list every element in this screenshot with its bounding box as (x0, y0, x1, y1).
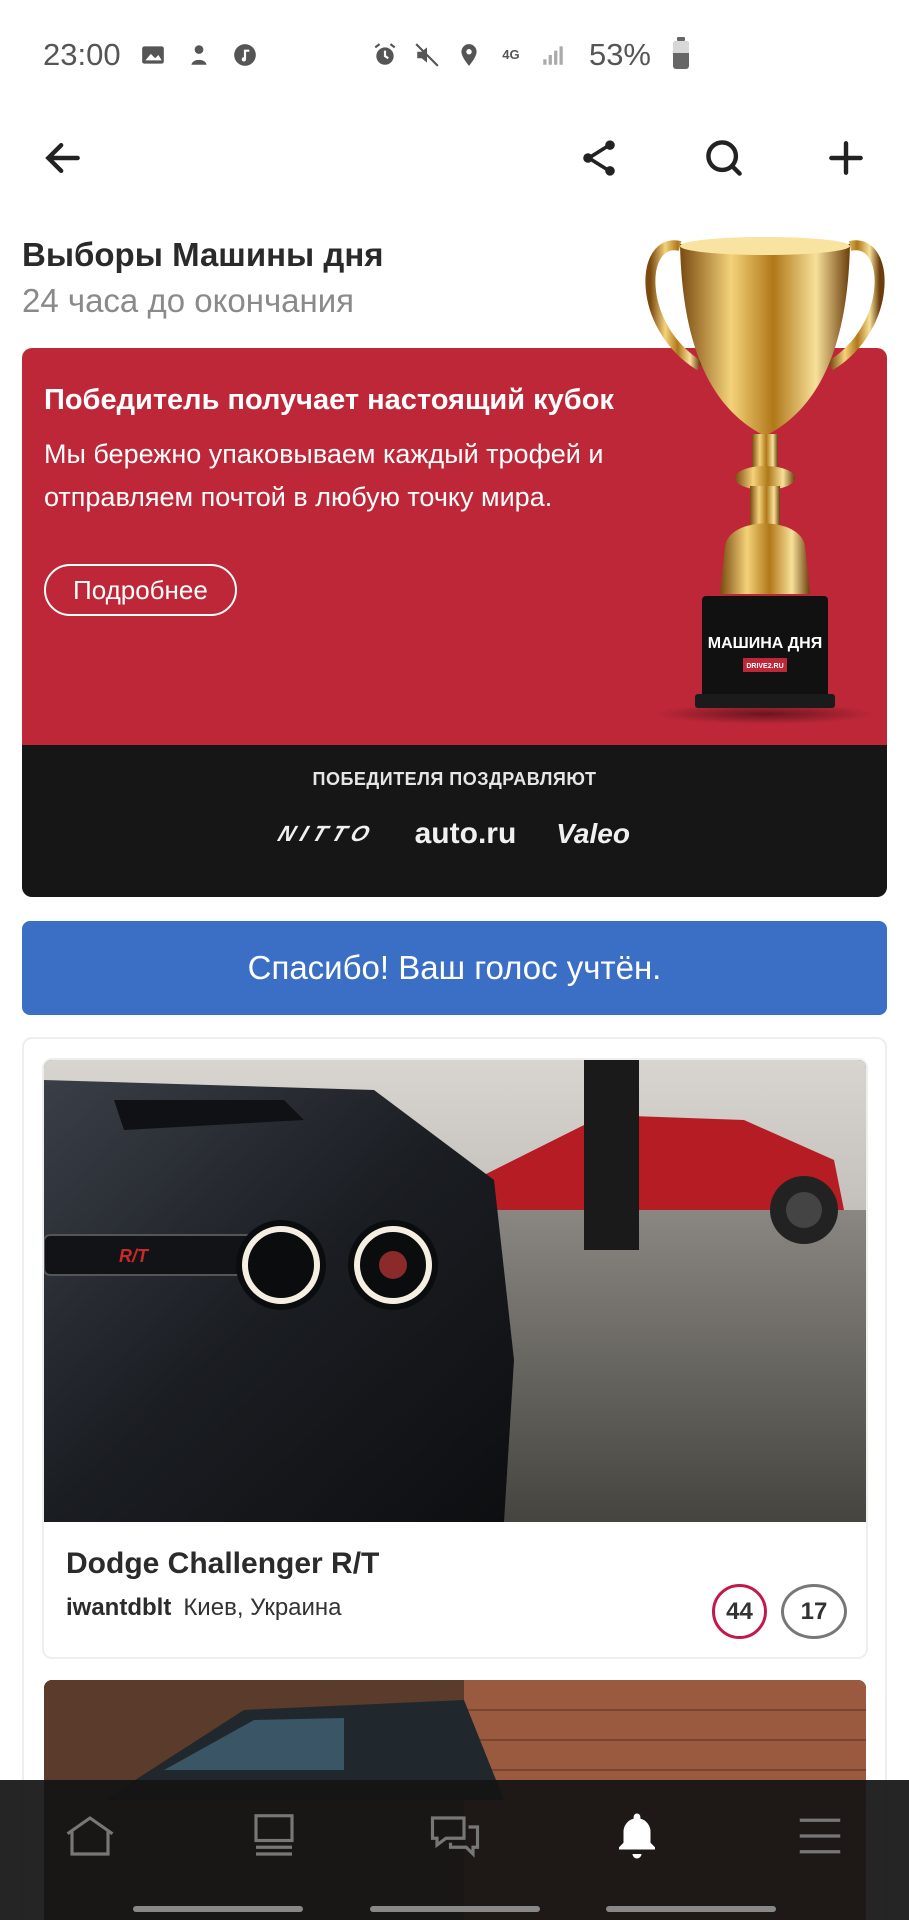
home-icon (66, 1816, 114, 1856)
sponsor-valeo-logo[interactable]: Valeo (556, 818, 630, 850)
more-button[interactable]: Подробнее (44, 564, 237, 616)
feed-icon (254, 1814, 294, 1856)
gesture-bar-center (370, 1906, 540, 1912)
trophy-image: МАШИНА ДНЯ DRIVE2.RU (640, 216, 890, 726)
gesture-bar-right (606, 1906, 776, 1912)
car-photo-image: R/T (44, 1060, 866, 1522)
car-owner[interactable]: iwantdblt (66, 1594, 171, 1622)
sponsor-nitto-logo[interactable]: NITTO (274, 821, 380, 847)
status-right: 4G 53% (371, 0, 689, 110)
messages-icon (430, 1816, 480, 1858)
app-notification-icon (185, 41, 213, 69)
status-bar: 23:00 4G 53% (0, 0, 909, 110)
trophy-plate-title: МАШИНА ДНЯ (708, 635, 822, 652)
notifications-icon (619, 1813, 655, 1859)
plus-icon (829, 141, 863, 175)
status-time: 23:00 (43, 37, 121, 72)
nav-menu[interactable] (790, 1806, 850, 1866)
page-subtitle: 24 часа до окончания (22, 282, 355, 319)
nav-messages[interactable] (425, 1806, 485, 1866)
nav-feed[interactable] (244, 1806, 304, 1866)
music-icon (231, 41, 259, 69)
battery-icon (673, 37, 689, 69)
location-icon (455, 41, 483, 69)
search-button[interactable] (696, 130, 752, 186)
share-button[interactable] (571, 130, 627, 186)
car-meta: iwantdblt Киев, Украина (66, 1594, 342, 1622)
network-label: 4G (502, 47, 520, 62)
app-bar (0, 110, 909, 200)
congrats-label: ПОБЕДИТЕЛЯ ПОЗДРАВЛЯЮТ (312, 769, 597, 789)
car-card[interactable]: R/T Dodge Challenger R/T iwantdblt Киев,… (44, 1060, 866, 1657)
promo-title: Победитель получает настоящий кубок (44, 384, 614, 416)
page-heading: Выборы Машины дня 24 часа до окончания (22, 236, 384, 320)
mute-icon (413, 41, 441, 69)
votes-badge[interactable]: 44 (712, 1584, 767, 1639)
battery-percent: 53% (588, 37, 651, 72)
add-button[interactable] (818, 130, 874, 186)
signal-icon (539, 41, 567, 69)
page-title: Выборы Машины дня (22, 236, 384, 273)
menu-icon (799, 1818, 841, 1854)
car-name[interactable]: Dodge Challenger R/T (66, 1547, 379, 1581)
sponsor-autoru-logo[interactable]: auto.ru (415, 817, 517, 851)
sponsors-section: ПОБЕДИТЕЛЯ ПОЗДРАВЛЯЮТ NITTO auto.ru Val… (22, 745, 887, 897)
gesture-bar-left (133, 1906, 303, 1912)
nav-notifications[interactable] (607, 1806, 667, 1866)
back-button[interactable] (35, 130, 91, 186)
trophy-plate-sub: DRIVE2.RU (746, 663, 783, 670)
sponsor-logos: NITTO auto.ru Valeo (22, 817, 887, 851)
comments-badge[interactable]: 17 (781, 1584, 847, 1639)
bottom-navigation (0, 1780, 909, 1920)
vote-confirmation-banner: Спасибо! Ваш голос учтён. (22, 921, 887, 1015)
network-4g-icon: 4G (497, 41, 525, 69)
status-left: 23:00 (43, 37, 259, 73)
share-icon (583, 140, 615, 176)
nav-home[interactable] (60, 1806, 120, 1866)
car-photo[interactable]: R/T (44, 1060, 866, 1522)
promo-text: Мы бережно упаковываем каждый трофей и о… (44, 439, 604, 512)
arrow-left-icon (45, 142, 80, 174)
car-location: Киев, Украина (183, 1594, 342, 1621)
gallery-icon (139, 41, 167, 69)
search-icon (706, 140, 742, 176)
trophy-icon: МАШИНА ДНЯ DRIVE2.RU (645, 237, 885, 724)
grille-badge: R/T (119, 1246, 150, 1266)
alarm-icon (371, 41, 399, 69)
